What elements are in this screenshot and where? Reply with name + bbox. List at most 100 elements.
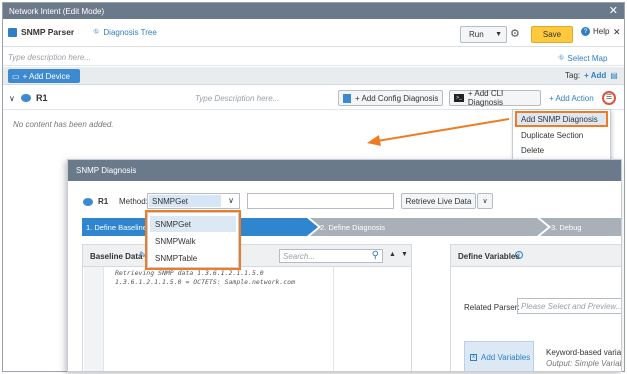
snmp-parser-icon xyxy=(8,27,17,37)
add-cli-label: + Add CLI Diagnosis xyxy=(467,89,504,107)
method-label: Method: xyxy=(119,197,148,206)
help-label: Help xyxy=(593,27,610,36)
add-config-label: + Add Config Diagnosis xyxy=(355,93,439,103)
chevron-down-icon: ∨ xyxy=(482,198,488,205)
step-1-label: 1. Define Baseline xyxy=(86,223,147,232)
method-option-snmpwalk[interactable]: SNMPWalk xyxy=(150,233,236,249)
help-button[interactable]: ? Help xyxy=(581,27,609,36)
device-section-header: ∨ R1 Type Description here... + Add Conf… xyxy=(3,89,624,109)
select-map-label: Select Map xyxy=(567,53,608,63)
arrow-up-icon[interactable]: ▲ xyxy=(389,251,396,258)
related-parser-label: Related Parser: xyxy=(464,303,520,312)
oid-input[interactable] xyxy=(247,193,394,209)
related-parser-select[interactable]: Please Select and Preview... xyxy=(517,298,622,314)
define-variables-panel: Define Variables i Related Parser: Pleas… xyxy=(450,244,622,371)
snmp-device-name: R1 xyxy=(98,197,109,206)
add-variables-icon: x xyxy=(470,354,477,361)
save-label: Save xyxy=(542,30,562,39)
device-icon: ▭ xyxy=(12,71,20,81)
method-option-label: SNMPGet xyxy=(155,219,192,229)
editor-divider xyxy=(333,267,334,371)
folder-icon[interactable]: ▤ xyxy=(610,71,618,80)
line-gutter xyxy=(84,267,104,371)
app-title: SNMP Parser xyxy=(8,27,74,37)
snmp-diagnosis-dialog: SNMP Diagnosis R1 Method: SNMPGet ∨ Retr… xyxy=(67,159,622,372)
description-input[interactable]: Type description here... xyxy=(8,53,91,62)
define-variables-title: Define Variables xyxy=(458,252,520,261)
method-option-snmpget[interactable]: SNMPGet xyxy=(150,216,236,232)
search-icon[interactable]: ⚲ xyxy=(372,250,379,261)
arrow-down-icon[interactable]: ▼ xyxy=(401,251,408,258)
save-button[interactable]: Save xyxy=(531,26,573,43)
diagnosis-tree-link[interactable]: ⛗ Diagnosis Tree xyxy=(93,27,157,37)
add-cli-diagnosis-button[interactable]: >_ + Add CLI Diagnosis xyxy=(449,89,541,107)
main-toolbar: SNMP Parser ⛗ Diagnosis Tree Run ▼ ⚙ Sav… xyxy=(3,19,624,47)
device-name: R1 xyxy=(36,93,48,103)
method-option-snmptable[interactable]: SNMPTable xyxy=(150,250,236,266)
menu-item-duplicate-label: Duplicate Section xyxy=(521,130,584,140)
step-2-label: 2. Define Diagnosis xyxy=(320,223,386,232)
code-line: 1.3.6.1.2.1.1.5.0 = OCTETS: Sample.netwo… xyxy=(115,278,296,286)
method-option-label: SNMPTable xyxy=(155,253,198,263)
context-menu: Add SNMP Diagnosis Duplicate Section Del… xyxy=(512,109,611,160)
define-variables-header: Define Variables i xyxy=(451,245,621,267)
add-config-diagnosis-button[interactable]: + Add Config Diagnosis xyxy=(338,90,443,106)
info-icon[interactable]: i xyxy=(515,251,523,259)
empty-content-text: No content has been added. xyxy=(13,120,114,129)
related-parser-placeholder: Please Select and Preview... xyxy=(521,302,622,311)
retrieve-live-data-button[interactable]: Retrieve Live Data xyxy=(401,193,476,209)
snmp-dialog-titlebar: SNMP Diagnosis xyxy=(68,160,621,181)
add-variables-button[interactable]: x Add Variables xyxy=(464,341,534,371)
collapse-icon[interactable]: ∨ xyxy=(9,94,15,103)
description-row: Type description here... ⛗ Select Map xyxy=(3,47,624,66)
close-icon-secondary[interactable]: ✕ xyxy=(613,27,621,38)
search-placeholder: Search... xyxy=(283,252,316,261)
diagnosis-tree-label: Diagnosis Tree xyxy=(103,27,157,37)
baseline-search-input[interactable]: Search... ⚲ xyxy=(279,249,383,263)
gear-icon[interactable]: ⚙ xyxy=(510,27,520,40)
chevron-down-icon[interactable]: ▼ xyxy=(495,31,502,38)
chevron-down-icon[interactable]: ∨ xyxy=(228,196,234,205)
code-line: Retrieving SNMP data 1.3.6.1.2.1.1.5.0 xyxy=(115,269,264,277)
step-3-label: 3. Debug xyxy=(551,223,582,232)
retrieve-options-button[interactable]: ∨ xyxy=(477,193,493,209)
menu-item-duplicate[interactable]: Duplicate Section xyxy=(517,129,606,141)
edit-icon[interactable]: ✎ xyxy=(139,250,147,261)
baseline-title: Baseline Data xyxy=(90,252,143,261)
keyword-variable-title: Keyword-based varia xyxy=(546,348,622,357)
baseline-header: Baseline Data ✎ Search... ⚲ ▲ ▼ xyxy=(83,245,411,267)
map-icon: ⛗ xyxy=(558,53,565,62)
select-map-button[interactable]: ⛗ Select Map xyxy=(558,53,607,63)
tag-area: Tag: + Add ▤ xyxy=(565,71,618,80)
method-select[interactable]: SNMPGet ∨ xyxy=(147,193,240,209)
menu-item-delete[interactable]: Delete xyxy=(517,144,606,156)
baseline-code: Retrieving SNMP data 1.3.6.1.2.1.1.5.0 1… xyxy=(115,269,295,287)
snmp-dialog-title: SNMP Diagnosis xyxy=(76,166,137,175)
menu-icon[interactable]: ☰ xyxy=(602,91,616,105)
baseline-panel: Baseline Data ✎ Search... ⚲ ▲ ▼ Retrievi… xyxy=(82,244,412,371)
run-button[interactable]: Run ▼ xyxy=(460,26,507,43)
router-icon xyxy=(21,94,31,102)
window-titlebar: Network Intent (Edit Mode) ✕ xyxy=(3,3,624,19)
add-device-label: + Add Device xyxy=(22,71,70,81)
add-variables-label: Add Variables xyxy=(481,353,531,362)
add-device-button[interactable]: ▭ + Add Device xyxy=(8,69,80,83)
app-name: SNMP Parser xyxy=(21,27,75,37)
pointer-arrow xyxy=(367,118,510,146)
method-select-value: SNMPGet xyxy=(149,195,221,207)
add-action-button[interactable]: + Add Action xyxy=(549,94,594,103)
device-description-input[interactable]: Type Description here... xyxy=(195,94,279,103)
tag-add-button[interactable]: + Add xyxy=(584,71,606,80)
menu-item-delete-label: Delete xyxy=(521,145,545,155)
menu-item-add-snmp-label: Add SNMP Diagnosis xyxy=(521,114,598,124)
close-icon[interactable]: ✕ xyxy=(609,4,618,17)
window-title: Network Intent (Edit Mode) xyxy=(9,6,105,16)
menu-item-add-snmp[interactable]: Add SNMP Diagnosis xyxy=(515,111,608,127)
config-icon xyxy=(343,93,351,103)
terminal-icon: >_ xyxy=(454,94,464,102)
tag-label: Tag: xyxy=(565,71,581,80)
retrieve-label: Retrieve Live Data xyxy=(405,196,472,206)
device-bar: ▭ + Add Device Tag: + Add ▤ xyxy=(3,67,624,85)
tree-icon: ⛗ xyxy=(93,27,100,36)
keyword-output-text: Output: Simple Variab xyxy=(546,359,622,368)
